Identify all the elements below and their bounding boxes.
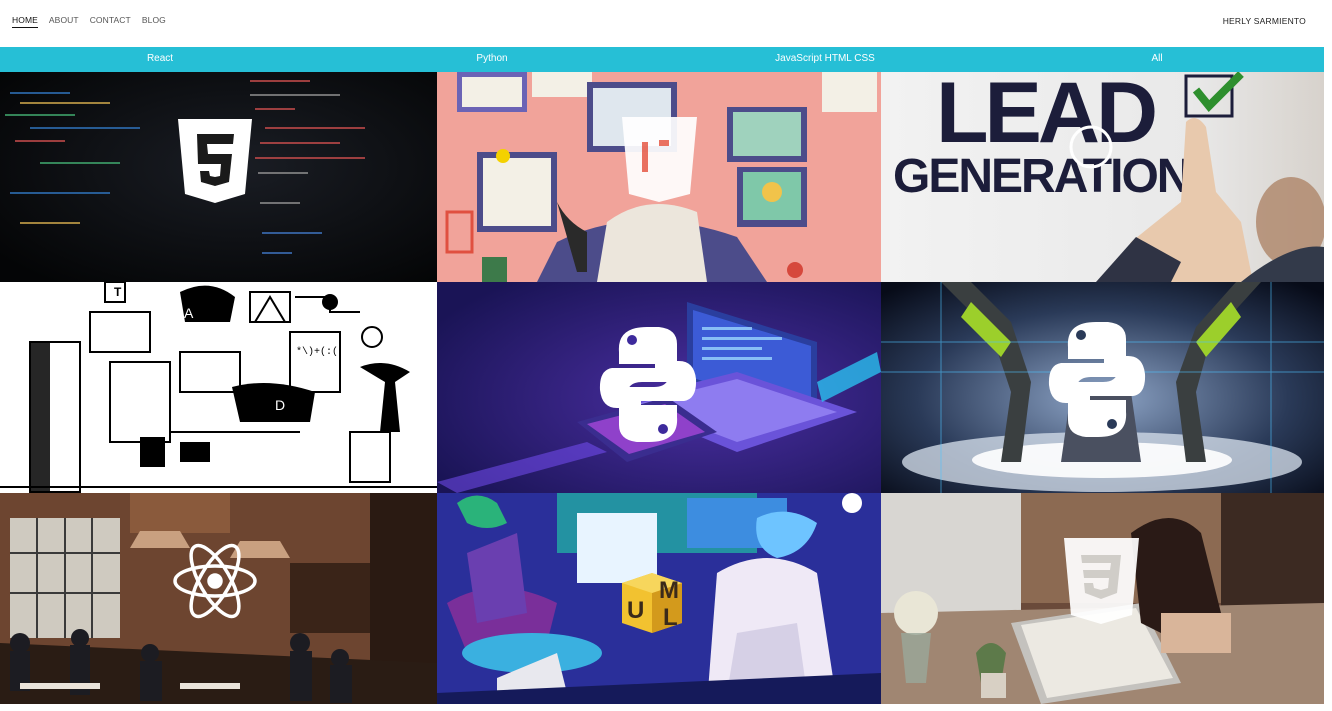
html5-icon [178,119,252,203]
code-screen-image [0,72,437,282]
nav-home-link[interactable]: HOME [12,15,38,28]
desk-laptop-image [881,493,1324,704]
project-tile-illustration-bw[interactable]: T A D *\)+(:( [0,282,437,493]
filter-react[interactable]: React [147,53,173,64]
nav-blog-link[interactable]: BLOG [142,15,166,28]
project-tile-css3[interactable] [881,493,1324,704]
nav-about-link[interactable]: ABOUT [49,15,79,28]
svg-text:GENERATION: GENERATION [893,150,1189,203]
page-bottom-strip [0,704,1332,711]
svg-text:LEAD: LEAD [936,72,1155,161]
project-tile-html5[interactable] [0,72,437,282]
cafe-interior-image [0,493,437,704]
css3-icon [1064,538,1139,624]
filter-python[interactable]: Python [476,53,507,64]
nav-contact-link[interactable]: CONTACT [90,15,131,28]
isometric-laptop-image [437,282,881,493]
svg-text:D: D [275,397,285,413]
svg-text:*\)+(:(: *\)+(:( [296,346,338,358]
project-tile-react[interactable] [0,493,437,704]
top-navbar: HOME ABOUT CONTACT BLOG HERLY SARMIENTO [0,0,1332,46]
js-icon [622,117,697,202]
filter-javascript-html-css[interactable]: JavaScript HTML CSS [775,53,875,64]
developer-illustration-image [437,72,881,282]
svg-text:L: L [663,604,678,631]
uml-illustration-image: U M L [437,493,881,704]
main-nav: HOME ABOUT CONTACT BLOG [12,15,177,28]
project-tile-lead-generation[interactable]: LEAD GENERATION [881,72,1324,282]
svg-text:M: M [659,577,679,604]
project-tile-uml[interactable]: U M L [437,493,881,704]
project-tile-javascript[interactable] [437,72,881,282]
filter-all[interactable]: All [1151,53,1162,64]
svg-text:U: U [627,597,644,624]
office-line-art-image: T A D *\)+(:( [0,282,437,493]
category-filter-bar: React Python JavaScript HTML CSS All [0,47,1324,72]
svg-text:T: T [114,285,122,299]
project-gallery: LEAD GENERATION T A D *\)+(:(U M L [0,72,1324,704]
svg-text:A: A [184,305,194,321]
uml-logo: U M L [622,573,682,633]
project-tile-python-laptop[interactable] [437,282,881,493]
project-tile-python-robotics[interactable] [881,282,1324,493]
robotic-arms-image [881,282,1324,493]
brand-name[interactable]: HERLY SARMIENTO [1223,16,1306,26]
lead-generation-image: LEAD GENERATION [881,72,1324,282]
